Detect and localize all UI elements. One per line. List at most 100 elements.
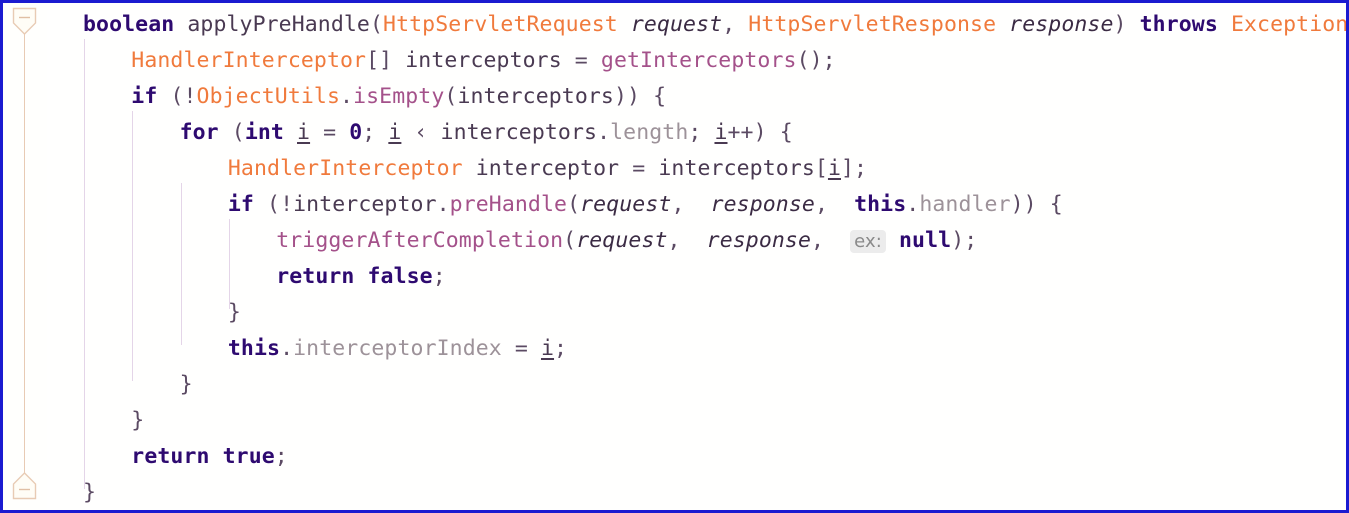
code-token-brace: } <box>227 300 241 325</box>
code-token-punct: ( <box>567 192 581 217</box>
code-token-punct: ; <box>362 120 389 145</box>
code-token-punct: (! <box>267 192 294 217</box>
code-token-param: request <box>580 192 672 217</box>
code-token-param: response <box>1009 12 1114 37</box>
code-token-param: request <box>576 228 668 253</box>
code-token-brace: { <box>779 120 793 145</box>
code-token-punct: )) <box>613 84 654 109</box>
code-token-punct: ]; <box>841 156 868 181</box>
code-token-punct: = <box>619 156 659 181</box>
code-token-ident: interceptors <box>457 84 614 109</box>
code-token-punct: ; <box>554 336 568 361</box>
code-token-punct: ) <box>1113 12 1140 37</box>
code-token-param: response <box>706 228 812 253</box>
code-token-punct: = <box>501 336 541 361</box>
code-token-keyword: return <box>276 264 355 289</box>
code-token-punct: = <box>310 120 350 145</box>
fold-collapse-start-icon[interactable] <box>12 7 37 36</box>
code-token-punct: , <box>667 228 707 253</box>
code-token-type: HandlerInterceptor <box>227 156 463 181</box>
code-text-area[interactable]: boolean applyPreHandle(HttpServletReques… <box>47 3 1346 510</box>
code-token-punct: ( <box>444 84 458 109</box>
code-line[interactable]: this.interceptorIndex = i; <box>47 331 1346 367</box>
code-token-punct: . <box>340 84 354 109</box>
code-token-method: preHandle <box>449 192 568 217</box>
code-token-punct: . <box>597 120 611 145</box>
inlay-parameter-hint[interactable]: ex: <box>850 230 886 253</box>
code-token-method: isEmpty <box>353 84 445 109</box>
code-token-punct: . <box>906 192 920 217</box>
code-token-brace: { <box>653 84 667 109</box>
code-token-ident: interceptors <box>405 48 562 73</box>
code-token-keyword: true <box>222 444 275 469</box>
code-token-ident: interceptor <box>475 156 620 181</box>
code-token-punct: , <box>722 12 749 37</box>
code-line[interactable]: } <box>47 295 1346 331</box>
code-token-punct: [] <box>366 48 406 73</box>
code-line[interactable]: for (int i = 0; i ‹ interceptors.length;… <box>47 115 1346 151</box>
editor-gutter[interactable] <box>3 3 47 510</box>
code-token-keyword: boolean <box>83 12 175 37</box>
code-line[interactable]: HandlerInterceptor interceptor = interce… <box>47 151 1346 187</box>
code-token-keyword: false <box>367 264 433 289</box>
code-line[interactable]: HandlerInterceptor[] interceptors = getI… <box>47 43 1346 79</box>
fold-region-line <box>24 33 25 483</box>
code-token-punct: ( <box>563 228 577 253</box>
code-token-punct: , <box>811 228 851 253</box>
code-token-param: request <box>630 12 723 37</box>
code-token-type: ObjectUtils <box>196 84 341 109</box>
code-token-ident: interceptors <box>658 156 815 181</box>
code-token-type: HttpServletResponse <box>748 12 997 37</box>
code-token-method: getInterceptors <box>600 48 797 73</box>
code-line[interactable]: return true; <box>47 439 1346 475</box>
code-token-keyword: if <box>227 192 254 217</box>
code-token-type: Exception <box>1230 12 1346 37</box>
code-token-punct: (); <box>796 48 836 73</box>
code-token-brace: } <box>131 408 145 433</box>
code-token-punct: . <box>280 336 294 361</box>
code-line[interactable]: } <box>47 403 1346 439</box>
code-line[interactable]: if (!ObjectUtils.isEmpty(interceptors)) … <box>47 79 1346 115</box>
code-token-keyword: int <box>244 120 284 145</box>
code-token-punct: ++) <box>727 120 780 145</box>
code-token-punct: [ <box>814 156 828 181</box>
code-token-field: handler <box>919 192 1011 217</box>
code-token-punct: (! <box>170 84 197 109</box>
code-token-punct: )) <box>1010 192 1050 217</box>
code-line[interactable]: } <box>47 475 1346 510</box>
code-token-punct: ; <box>432 264 446 289</box>
fold-collapse-end-icon[interactable] <box>12 471 37 500</box>
code-line[interactable]: boolean applyPreHandle(HttpServletReques… <box>47 7 1346 43</box>
code-line[interactable]: triggerAfterCompletion(request, response… <box>47 223 1346 259</box>
code-token-brace: } <box>83 480 97 505</box>
code-token-ident: applyPreHandle <box>187 12 370 37</box>
code-token-punct: , <box>671 192 711 217</box>
code-token-punct: ( <box>369 12 384 37</box>
code-token-brace: } <box>179 372 193 397</box>
code-line[interactable]: return false; <box>47 259 1346 295</box>
code-token-type: HandlerInterceptor <box>131 48 367 73</box>
code-token-method: triggerAfterCompletion <box>276 228 564 253</box>
code-token-brace: { <box>1049 192 1063 217</box>
code-token-under: i <box>540 336 555 361</box>
code-token-under: i <box>827 156 841 181</box>
code-line[interactable]: if (!interceptor.preHandle(request, resp… <box>47 187 1346 223</box>
code-token-type: HttpServletRequest <box>383 12 618 37</box>
code-token-num: 0 <box>349 120 363 145</box>
code-token-param: response <box>710 192 815 217</box>
code-token-keyword: for <box>179 120 219 145</box>
code-token-under: i <box>297 120 311 145</box>
code-token-keyword: throws <box>1139 12 1218 37</box>
code-line-list[interactable]: boolean applyPreHandle(HttpServletReques… <box>47 3 1346 510</box>
code-line[interactable]: } <box>47 367 1346 403</box>
